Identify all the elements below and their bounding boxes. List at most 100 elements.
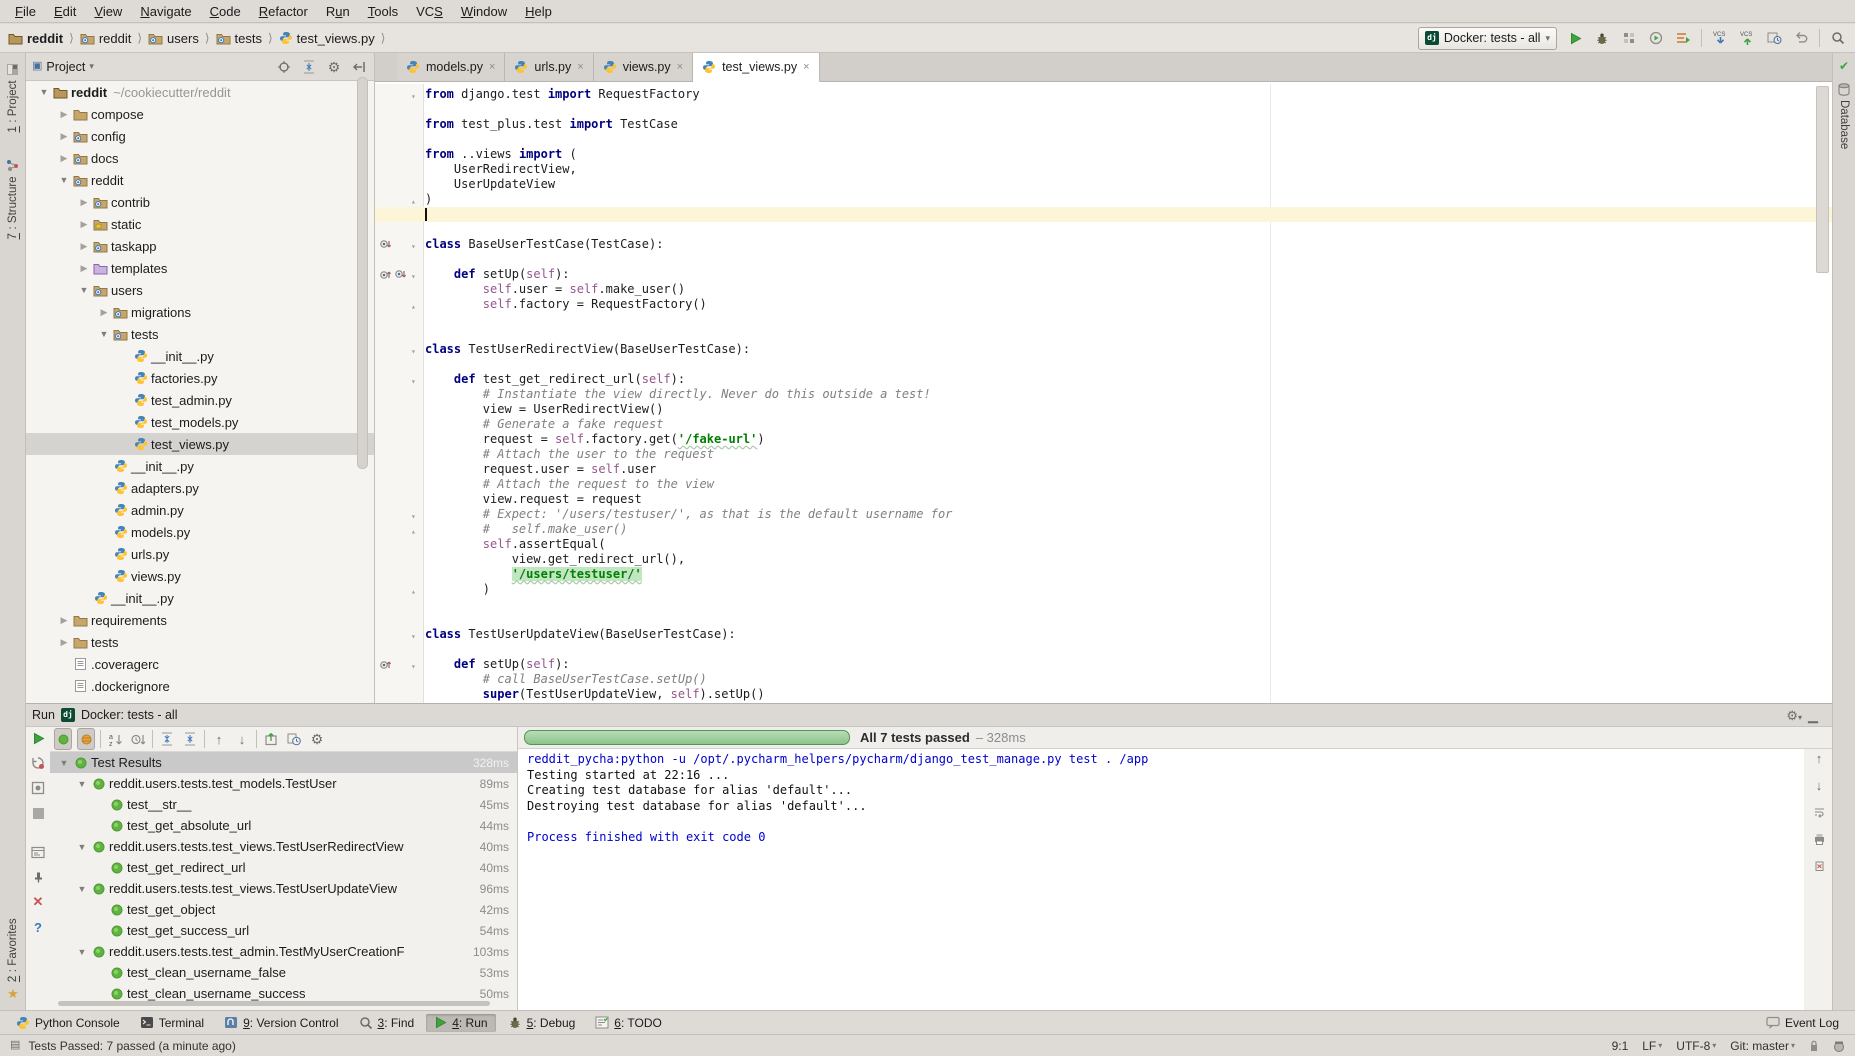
tool-button-database[interactable]: Database (1833, 83, 1855, 149)
toolwindow-button-event-log[interactable]: Event Log (1758, 1014, 1847, 1032)
clear-button[interactable] (1810, 857, 1828, 875)
stop-button[interactable] (29, 804, 47, 822)
expand-arrow-icon[interactable]: ▶ (56, 153, 72, 164)
menu-view[interactable]: View (85, 2, 131, 21)
show-passed-button[interactable] (54, 730, 72, 748)
project-tree-item[interactable]: ▶tests (26, 631, 374, 653)
menu-vcs[interactable]: VCS (407, 2, 452, 21)
profiler-button[interactable] (1647, 29, 1665, 47)
recent-changes-button[interactable] (1765, 29, 1783, 47)
encoding-widget[interactable]: UTF-8▾ (1676, 1039, 1716, 1053)
project-scrollbar[interactable] (357, 77, 368, 469)
collapse-arrow-icon[interactable]: ▼ (74, 779, 90, 789)
project-tree-item[interactable]: test_views.py (26, 433, 374, 455)
project-tree-item[interactable]: models.py (26, 521, 374, 543)
project-tree-item[interactable]: ▼reddit ~/cookiecutter/reddit (26, 81, 374, 103)
history-button[interactable] (285, 730, 303, 748)
show-ignored-button[interactable] (77, 730, 95, 748)
expand-arrow-icon[interactable]: ▶ (56, 637, 72, 648)
project-tree-item[interactable]: views.py (26, 565, 374, 587)
menu-edit[interactable]: Edit (45, 2, 85, 21)
test-result-row[interactable]: test_get_object42ms (50, 899, 517, 920)
project-tree-item[interactable]: ▶static (26, 213, 374, 235)
test-result-row[interactable]: test_clean_username_success50ms (50, 983, 517, 1002)
next-button[interactable]: ↓ (233, 730, 251, 748)
menu-window[interactable]: Window (452, 2, 516, 21)
coverage-button[interactable] (1620, 29, 1638, 47)
run-targets-button[interactable] (1674, 29, 1692, 47)
settings-button[interactable]: ⚙ (308, 730, 326, 748)
collapse-arrow-icon[interactable]: ▼ (56, 175, 72, 185)
close-button[interactable]: ✕ (29, 893, 47, 911)
search-button[interactable] (1829, 29, 1847, 47)
overridden-marker-icon[interactable] (379, 238, 392, 251)
breadcrumb-item[interactable]: reddit (80, 31, 132, 46)
project-tree-item[interactable]: __init__.py (26, 455, 374, 477)
locate-button[interactable] (275, 58, 293, 76)
project-tree-item[interactable]: ▼users (26, 279, 374, 301)
editor-tab-urls-py[interactable]: urls.py× (505, 53, 593, 81)
editor-scrollbar[interactable] (1816, 86, 1829, 273)
breadcrumb-item[interactable]: tests (216, 31, 262, 46)
scroll-down-button[interactable]: ↓ (1810, 776, 1828, 794)
expand-arrow-icon[interactable]: ▶ (76, 241, 92, 252)
write-lock-icon[interactable] (1809, 1040, 1819, 1052)
breadcrumb-item[interactable]: reddit (8, 31, 63, 46)
breadcrumb-item[interactable]: test_views.py (279, 31, 375, 46)
rerun-failed-button[interactable] (29, 754, 47, 772)
test-result-row[interactable]: ▼reddit.users.tests.test_models.TestUser… (50, 773, 517, 794)
hector-inspections-icon[interactable] (1833, 1040, 1845, 1052)
git-branch-widget[interactable]: Git: master▾ (1730, 1039, 1795, 1053)
sort-alpha-button[interactable]: az (106, 730, 124, 748)
collapse-all-button[interactable] (181, 730, 199, 748)
code-editor[interactable]: ▾from django.test import RequestFactoryf… (375, 84, 1832, 703)
expand-arrow-icon[interactable]: ▶ (96, 307, 112, 318)
print-button[interactable] (1810, 830, 1828, 848)
vcs-push-button[interactable]: VCS (1738, 29, 1756, 47)
collapse-arrow-icon[interactable]: ▼ (74, 884, 90, 894)
menu-navigate[interactable]: Navigate (131, 2, 200, 21)
test-result-row[interactable]: ▼reddit.users.tests.test_views.TestUserU… (50, 878, 517, 899)
overridden-marker-icon[interactable] (394, 268, 407, 281)
menu-tools[interactable]: Tools (359, 2, 407, 21)
test-result-row[interactable]: ▼reddit.users.tests.test_admin.TestMyUse… (50, 941, 517, 962)
toolwindow-button-9-version-control[interactable]: 9: Version Control (216, 1014, 346, 1032)
project-tree-item[interactable]: .coveragerc (26, 653, 374, 675)
collapse-arrow-icon[interactable]: ▼ (74, 842, 90, 852)
editor-tab-models-py[interactable]: models.py× (397, 53, 505, 81)
project-tree-item[interactable]: ▶templates (26, 257, 374, 279)
line-ending-widget[interactable]: LF▾ (1642, 1039, 1662, 1053)
test-result-row[interactable]: ▼reddit.users.tests.test_views.TestUserR… (50, 836, 517, 857)
project-tree-item[interactable]: .dockerignore (26, 675, 374, 697)
tool-button-1-project[interactable]: 1: Project (6, 63, 19, 133)
prev-button[interactable]: ↑ (210, 730, 228, 748)
project-tree-item[interactable]: ▶migrations (26, 301, 374, 323)
pin-button[interactable] (29, 868, 47, 886)
expand-all-button[interactable] (158, 730, 176, 748)
expand-arrow-icon[interactable]: ▶ (56, 131, 72, 142)
collapse-arrow-icon[interactable]: ▼ (56, 758, 72, 768)
test-tree-hscrollbar[interactable] (58, 1001, 490, 1006)
project-tree-item[interactable]: ▼reddit (26, 169, 374, 191)
project-tree-item[interactable]: test_models.py (26, 411, 374, 433)
project-tree-item[interactable]: __init__.py (26, 345, 374, 367)
expand-arrow-icon[interactable]: ▶ (76, 197, 92, 208)
export-button[interactable] (262, 730, 280, 748)
project-tree-item[interactable]: adapters.py (26, 477, 374, 499)
project-tree-item[interactable]: factories.py (26, 367, 374, 389)
toolwindow-button-3-find[interactable]: 3: Find (351, 1014, 423, 1032)
settings-button[interactable]: ⚙ (325, 58, 343, 76)
rerun-button[interactable] (29, 729, 47, 747)
project-tree-item[interactable]: ▶config (26, 125, 374, 147)
project-tree-item[interactable]: urls.py (26, 543, 374, 565)
scroll-up-button[interactable]: ↑ (1810, 749, 1828, 767)
test-result-row[interactable]: ▼Test Results328ms (50, 752, 517, 773)
test-result-row[interactable]: test_get_success_url54ms (50, 920, 517, 941)
project-panel-title[interactable]: Project (46, 60, 85, 74)
project-tree-item[interactable]: ▶contrib (26, 191, 374, 213)
tool-button-2-favorites[interactable]: 2: Favorites★ (7, 918, 19, 1002)
project-tree-item[interactable]: test_admin.py (26, 389, 374, 411)
project-tree-item[interactable]: ▼tests (26, 323, 374, 345)
run-button[interactable] (1566, 29, 1584, 47)
collapse-all-button[interactable] (300, 58, 318, 76)
